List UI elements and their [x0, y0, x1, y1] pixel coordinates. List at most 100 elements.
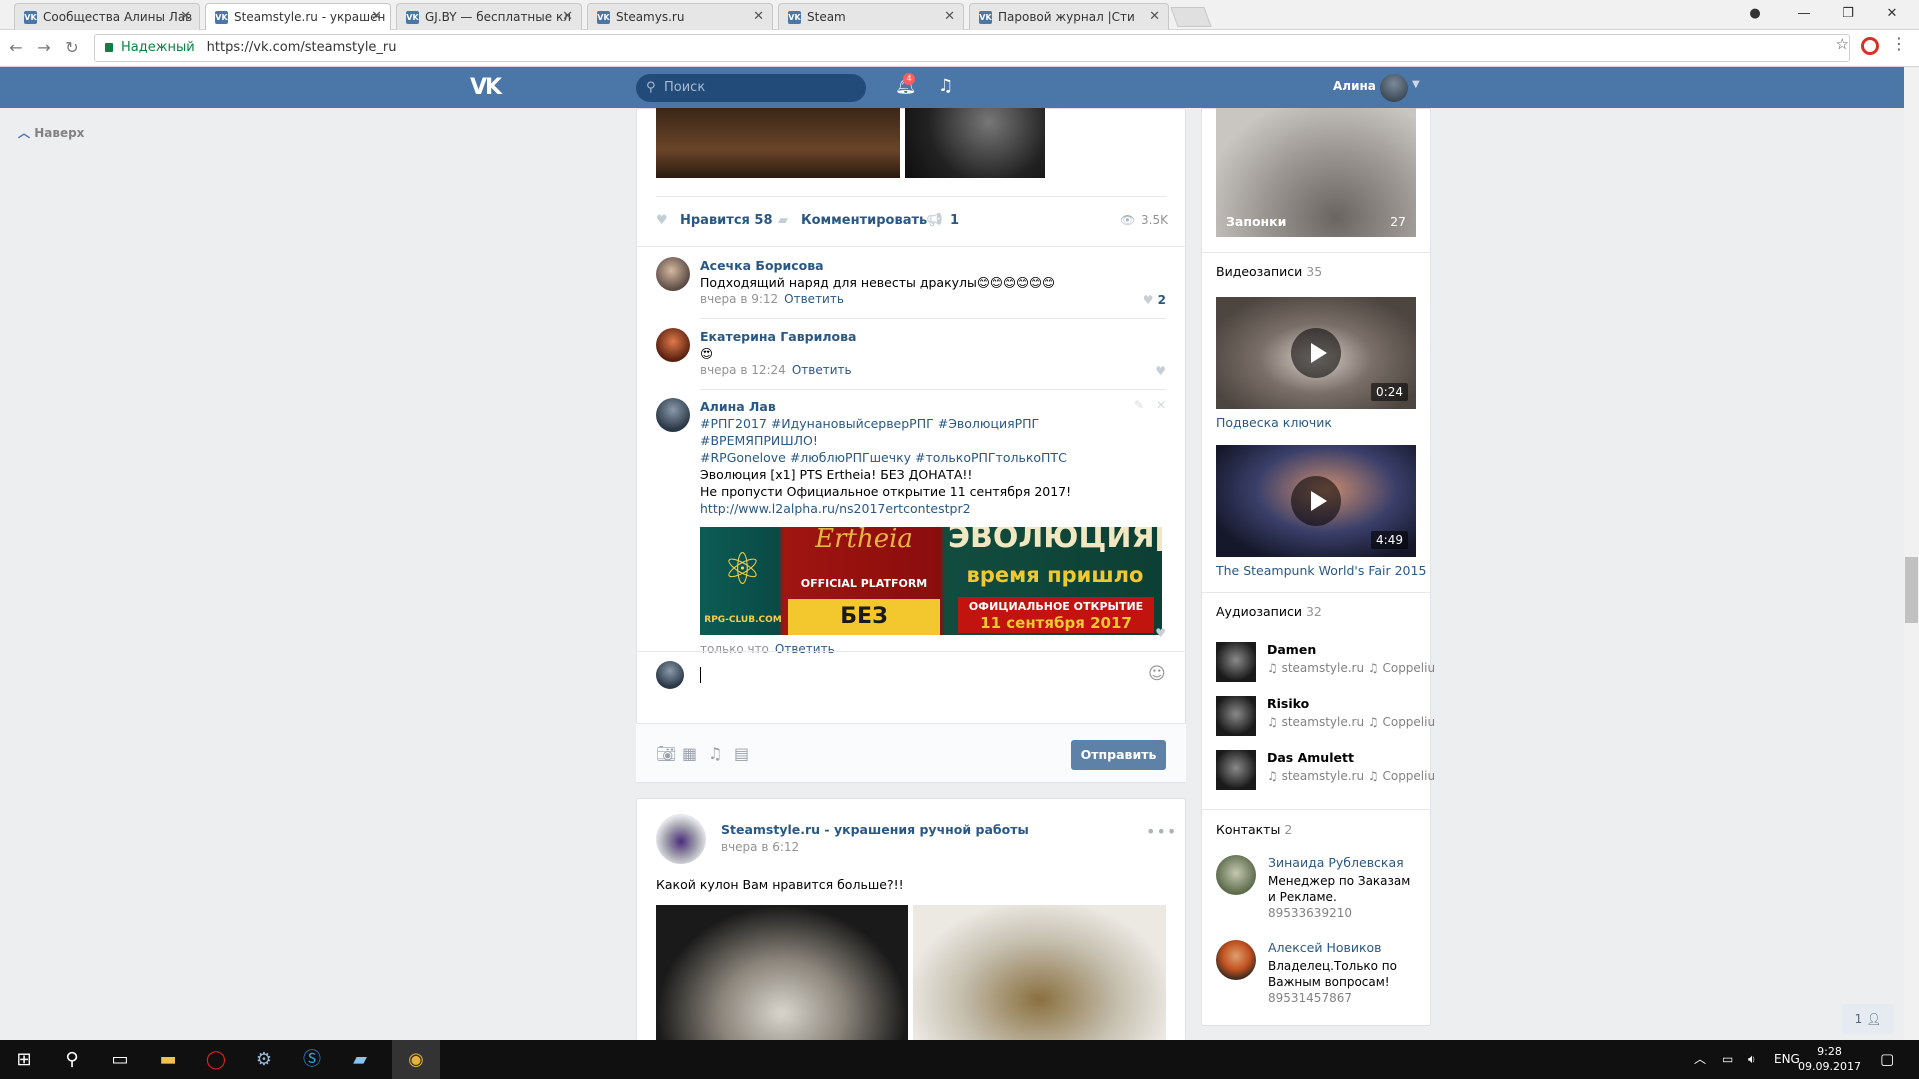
close-window-button[interactable]: ✕: [1870, 0, 1914, 30]
browser-tab[interactable]: VK Steamys.ru ✕: [587, 3, 773, 30]
album-thumbnail[interactable]: Запонки 27: [1216, 108, 1416, 237]
contact-avatar[interactable]: [1216, 940, 1256, 980]
browser-tab-active[interactable]: VK Steamstyle.ru - украшен ✕: [205, 3, 391, 30]
contact-name[interactable]: Зинаида Рублевская: [1268, 855, 1404, 870]
reply-link[interactable]: Ответить: [792, 363, 852, 377]
close-tab-icon[interactable]: ✕: [180, 4, 191, 30]
comment-avatar[interactable]: [656, 257, 690, 291]
audio-cover[interactable]: [1216, 750, 1256, 790]
extension-icon[interactable]: [1861, 37, 1879, 55]
comment-hashtags[interactable]: #РПГ2017 #ИдунановыйсерверРПГ #ЭволюцияР…: [700, 415, 1160, 449]
search-input[interactable]: ⚲ Поиск: [636, 74, 866, 102]
reload-icon[interactable]: ↻: [60, 36, 84, 60]
close-tab-icon[interactable]: ✕: [562, 4, 573, 30]
steam-icon[interactable]: ⚙: [240, 1040, 288, 1079]
close-tab-icon[interactable]: ✕: [371, 4, 382, 30]
language-indicator[interactable]: ENG: [1774, 1040, 1800, 1079]
audio-item[interactable]: Risiko ♫ steamstyle.ru ♫ Coppeliu: [1216, 696, 1435, 738]
audios-section-title[interactable]: Аудиозаписи 32: [1216, 604, 1322, 619]
audio-item[interactable]: Damen ♫ steamstyle.ru ♫ Coppeliu: [1216, 642, 1435, 684]
comment-avatar[interactable]: [656, 328, 690, 362]
tray-chevron-icon[interactable]: ︿: [1694, 1040, 1706, 1079]
music-note-icon[interactable]: ♫: [938, 76, 953, 96]
chrome-icon[interactable]: ◉: [392, 1040, 440, 1079]
video-thumbnail[interactable]: 0:24: [1216, 297, 1416, 409]
vk-logo[interactable]: VK: [470, 75, 502, 100]
post-photo[interactable]: [905, 108, 1045, 178]
promo-banner-image[interactable]: ⚛ RPG-CLUB.COM Ertheia OFFICIAL PLATFORM…: [700, 527, 1162, 635]
network-icon[interactable]: ▭: [1722, 1040, 1733, 1079]
windows-start-icon[interactable]: ⊞: [0, 1040, 48, 1079]
share-icon[interactable]: 📢︎: [926, 213, 943, 228]
audio-cover[interactable]: [1216, 642, 1256, 682]
audio-item[interactable]: Das Amulett ♫ steamstyle.ru ♫ Coppeliu: [1216, 750, 1435, 792]
reply-link[interactable]: Ответить: [775, 642, 835, 656]
delete-icon[interactable]: ✕: [1156, 398, 1166, 412]
music-icon[interactable]: ♫: [708, 744, 722, 763]
file-explorer-icon[interactable]: ▬: [144, 1040, 192, 1079]
volume-icon[interactable]: 🔉︎: [1748, 1040, 1756, 1079]
browser-menu-icon[interactable]: ⋮: [1891, 34, 1907, 53]
video-title[interactable]: Подвеска ключик: [1216, 415, 1332, 430]
like-button[interactable]: Нравится 58: [680, 213, 773, 228]
reply-input[interactable]: [700, 667, 1140, 683]
browser-tab[interactable]: VK Паровой журнал |Сти ✕: [969, 3, 1169, 30]
browser-tab[interactable]: VK Steam ✕: [778, 3, 964, 30]
video-thumbnail[interactable]: 4:49: [1216, 445, 1416, 557]
opera-icon[interactable]: ◯: [192, 1040, 240, 1079]
close-tab-icon[interactable]: ✕: [1149, 4, 1160, 30]
new-tab-button[interactable]: [1170, 7, 1212, 27]
share-count[interactable]: 1: [950, 213, 959, 228]
post-time[interactable]: вчера в 6:12: [721, 840, 799, 854]
comment-time[interactable]: вчера в 9:12: [700, 292, 778, 306]
audio-artist[interactable]: ♫ steamstyle.ru ♫ Coppeliu: [1267, 769, 1435, 783]
videos-section-title[interactable]: Видеозаписи 35: [1216, 264, 1322, 279]
audio-artist[interactable]: ♫ steamstyle.ru ♫ Coppeliu: [1267, 661, 1435, 675]
bookmark-star-icon[interactable]: ☆: [1836, 35, 1849, 53]
profile-icon[interactable]: ●: [1733, 0, 1777, 30]
skype-icon[interactable]: Ⓢ: [288, 1040, 336, 1079]
app-icon[interactable]: ▰: [336, 1040, 384, 1079]
post-photo[interactable]: [913, 905, 1166, 1040]
comment-avatar[interactable]: [656, 398, 690, 432]
page-scrollbar[interactable]: [1904, 67, 1919, 1040]
chevron-down-icon[interactable]: ▼: [1412, 79, 1420, 90]
audio-artist[interactable]: ♫ steamstyle.ru ♫ Coppeliu: [1267, 715, 1435, 729]
comment-button[interactable]: Комментировать: [801, 213, 927, 228]
comment-link[interactable]: http://www.l2alpha.ru/ns2017ertcontestpr…: [700, 500, 1160, 517]
heart-icon[interactable]: ♥: [1155, 364, 1166, 378]
url-input[interactable]: Надежный https://vk.com/steamstyle_ru: [94, 34, 1850, 62]
post-author[interactable]: Steamstyle.ru - украшения ручной работы: [721, 822, 1029, 837]
forward-arrow-icon[interactable]: →: [32, 36, 56, 60]
emoji-icon[interactable]: ☺: [1148, 664, 1166, 684]
action-center-icon[interactable]: ▢: [1880, 1040, 1894, 1079]
camera-icon[interactable]: 📷︎: [656, 744, 676, 763]
restore-button[interactable]: ❐: [1826, 0, 1870, 30]
video-icon[interactable]: ▦: [682, 744, 697, 763]
comment-author[interactable]: Алина Лав: [700, 398, 1160, 415]
chat-button[interactable]: 1 👤︎: [1842, 1004, 1894, 1034]
post-photo[interactable]: [656, 905, 908, 1040]
close-tab-icon[interactable]: ✕: [944, 4, 955, 30]
task-view-icon[interactable]: ▭: [96, 1040, 144, 1079]
user-name[interactable]: Алина: [1333, 79, 1376, 93]
system-clock[interactable]: 9:28 09.09.2017: [1798, 1044, 1861, 1074]
audio-cover[interactable]: [1216, 696, 1256, 736]
comment-hashtags[interactable]: #RPGonelove #люблюРПГшечку #толькоРПГтол…: [700, 449, 1160, 466]
search-icon[interactable]: ⚲: [48, 1040, 96, 1079]
reply-link[interactable]: Ответить: [784, 292, 844, 306]
comment-time[interactable]: вчера в 12:24: [700, 363, 786, 377]
video-title[interactable]: The Steampunk World's Fair 2015: [1216, 563, 1426, 578]
user-avatar[interactable]: [1380, 74, 1408, 102]
comment-author[interactable]: Екатерина Гаврилова: [700, 328, 1160, 345]
heart-icon[interactable]: ♥: [1155, 626, 1166, 640]
browser-tab[interactable]: VK GJ.BY — бесплатные кл ✕: [396, 3, 582, 30]
more-options-icon[interactable]: •••: [1146, 822, 1177, 841]
contact-avatar[interactable]: [1216, 855, 1256, 895]
community-avatar[interactable]: [656, 814, 706, 864]
browser-tab[interactable]: VK Сообщества Алины Лав ✕: [14, 3, 200, 30]
send-button[interactable]: Отправить: [1071, 740, 1166, 770]
back-to-top-link[interactable]: ︿ Наверх: [18, 124, 84, 141]
close-tab-icon[interactable]: ✕: [753, 4, 764, 30]
comment-author[interactable]: Асечка Борисова: [700, 257, 1160, 274]
